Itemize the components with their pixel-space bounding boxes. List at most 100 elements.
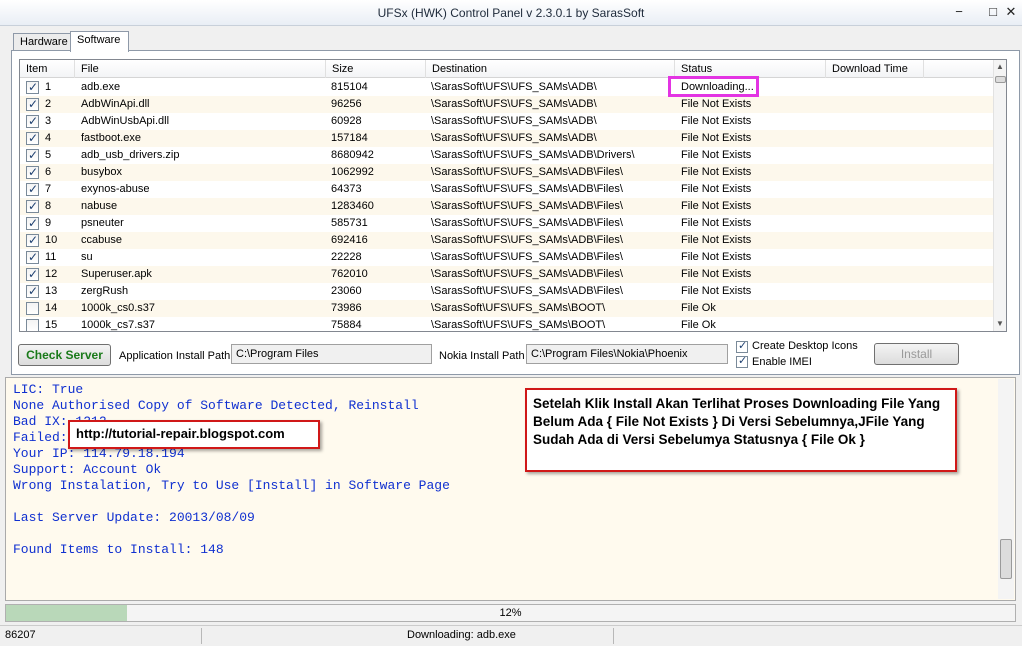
row-checkbox[interactable] xyxy=(26,250,39,264)
title-bar: UFSx (HWK) Control Panel v 2.3.0.1 by Sa… xyxy=(0,0,1022,26)
table-row[interactable]: 3 AdbWinUsbApi.dll 60928 \SarasSoft\UFS\UFS… xyxy=(20,113,995,130)
row-checkbox[interactable] xyxy=(26,319,39,331)
table-row[interactable]: 2 AdbWinApi.dll 96256 \SarasSoft\UFS\UFS_SA… xyxy=(20,96,995,113)
row-checkbox[interactable] xyxy=(26,284,39,298)
log-line: None Authorised Copy of Software Detecte… xyxy=(13,398,419,413)
cell-status: File Not Exists xyxy=(681,166,752,178)
cell-file: adb.exe xyxy=(81,81,121,93)
cell-item: 6 xyxy=(45,166,52,178)
cell-status: File Not Exists xyxy=(681,217,752,229)
log-scrollbar[interactable] xyxy=(998,379,1014,599)
cell-file: AdbWinApi.dll xyxy=(81,98,150,110)
log-scroll-thumb[interactable] xyxy=(1000,539,1012,579)
maximize-icon[interactable]: □ xyxy=(986,5,1000,19)
status-bar: 86207 Downloading: adb.exe xyxy=(0,625,1022,646)
log-line: Found Items to Install: 148 xyxy=(13,542,224,557)
minimize-icon[interactable]: − xyxy=(952,5,966,19)
cell-item: 10 xyxy=(45,234,58,246)
cell-status: File Not Exists xyxy=(681,132,752,144)
cell-status: File Not Exists xyxy=(681,234,752,246)
note-callout: Setelah Klik Install Akan Terlihat Prose… xyxy=(525,388,957,472)
table-row[interactable]: 10 ccabuse 692416 \SarasSoft\UFS\UFS_SAMs\A… xyxy=(20,232,995,249)
tab-hardware[interactable]: Hardware xyxy=(13,33,71,51)
row-checkbox[interactable] xyxy=(26,302,39,315)
cell-size: 585731 xyxy=(331,217,368,229)
row-checkbox[interactable] xyxy=(26,131,39,145)
cell-status: File Not Exists xyxy=(681,98,752,110)
cell-size: 1062992 xyxy=(331,166,374,178)
cell-size: 1283460 xyxy=(331,200,374,212)
table-row[interactable]: 12 Superuser.apk 762010 \SarasSoft\UFS\UFS_… xyxy=(20,266,995,283)
create-desktop-icons-checkbox[interactable] xyxy=(736,339,748,353)
cell-size: 96256 xyxy=(331,98,362,110)
cell-file: adb_usb_drivers.zip xyxy=(81,149,180,161)
download-progress-bar: 12% xyxy=(5,604,1016,622)
table-row[interactable]: 15 1000k_cs7.s37 75884 \SarasSoft\UFS\UFS_S… xyxy=(20,317,995,331)
row-checkbox[interactable] xyxy=(26,267,39,281)
cell-item: 13 xyxy=(45,285,58,297)
table-row[interactable]: 9 psneuter 585731 \SarasSoft\UFS\UFS_SAMs\A… xyxy=(20,215,995,232)
table-row[interactable]: 8 nabuse 1283460 \SarasSoft\UFS\UFS_SAMs\AD… xyxy=(20,198,995,215)
row-checkbox[interactable] xyxy=(26,216,39,230)
enable-imei-label: Enable IMEI xyxy=(752,356,812,368)
install-button[interactable]: Install xyxy=(874,343,959,365)
cell-destination: \SarasSoft\UFS\UFS_SAMs\ADB\Files\ xyxy=(431,268,623,280)
cell-destination: \SarasSoft\UFS\UFS_SAMs\ADB\Files\ xyxy=(431,251,623,263)
row-checkbox[interactable] xyxy=(26,165,39,179)
cell-file: 1000k_cs0.s37 xyxy=(81,302,155,314)
table-row[interactable]: 14 1000k_cs0.s37 73986 \SarasSoft\UFS\UFS_S… xyxy=(20,300,995,317)
row-checkbox[interactable] xyxy=(26,97,39,111)
cell-file: ccabuse xyxy=(81,234,122,246)
cell-item: 3 xyxy=(45,115,52,127)
check-server-button[interactable]: Check Server xyxy=(18,344,111,366)
scroll-up-icon[interactable]: ▲ xyxy=(996,62,1004,71)
cell-status: File Not Exists xyxy=(681,251,752,263)
cell-item: 4 xyxy=(45,132,52,144)
cell-size: 815104 xyxy=(331,81,368,93)
cell-file: fastboot.exe xyxy=(81,132,141,144)
row-checkbox[interactable] xyxy=(26,199,39,213)
row-checkbox[interactable] xyxy=(26,114,39,128)
scroll-down-icon[interactable]: ▼ xyxy=(996,319,1004,328)
table-row[interactable]: 6 busybox 1062992 \SarasSoft\UFS\UFS_SAMs\A… xyxy=(20,164,995,181)
file-list[interactable]: Item File Size Destination Status Downlo… xyxy=(19,59,1007,332)
nokia-install-path-field[interactable]: C:\Program Files\Nokia\Phoenix xyxy=(526,344,728,364)
row-checkbox[interactable] xyxy=(26,182,39,196)
cell-destination: \SarasSoft\UFS\UFS_SAMs\ADB\Files\ xyxy=(431,166,623,178)
cell-status: File Ok xyxy=(681,302,716,314)
cell-item: 12 xyxy=(45,268,58,280)
table-row[interactable]: 5 adb_usb_drivers.zip 8680942 \SarasSoft\UF… xyxy=(20,147,995,164)
tab-software[interactable]: Software xyxy=(70,31,129,52)
table-row[interactable]: 11 su 22228 \SarasSoft\UFS\UFS_SAMs\ADB\Fil… xyxy=(20,249,995,266)
column-item[interactable]: Item xyxy=(20,60,75,78)
row-checkbox[interactable] xyxy=(26,233,39,247)
cell-status: File Not Exists xyxy=(681,183,752,195)
cell-size: 64373 xyxy=(331,183,362,195)
scroll-thumb[interactable] xyxy=(995,76,1006,83)
cell-status: File Ok xyxy=(681,319,716,331)
cell-file: Superuser.apk xyxy=(81,268,152,280)
app-install-path-field[interactable]: C:\Program Files xyxy=(231,344,432,364)
row-checkbox[interactable] xyxy=(26,80,39,94)
file-list-scrollbar[interactable]: ▲ ▼ xyxy=(993,60,1006,331)
cell-destination: \SarasSoft\UFS\UFS_SAMs\ADB\ xyxy=(431,115,597,127)
cell-destination: \SarasSoft\UFS\UFS_SAMs\ADB\ xyxy=(431,98,597,110)
table-row[interactable]: 7 exynos-abuse 64373 \SarasSoft\UFS\UFS_SAM… xyxy=(20,181,995,198)
cell-status: File Not Exists xyxy=(681,200,752,212)
table-row[interactable]: 13 zergRush 23060 \SarasSoft\UFS\UFS_SAMs\A… xyxy=(20,283,995,300)
file-list-rows: 1adb.exe815104\SarasSoft\UFS\UFS_SAMs\AD… xyxy=(20,79,995,331)
table-row[interactable]: 1 adb.exe 815104 \SarasSoft\UFS\UFS_SAMs\AD… xyxy=(20,79,995,96)
cell-destination: \SarasSoft\UFS\UFS_SAMs\ADB\Files\ xyxy=(431,217,623,229)
close-icon[interactable]: ✕ xyxy=(1004,5,1018,19)
enable-imei-checkbox[interactable] xyxy=(736,354,748,368)
status-left: 86207 xyxy=(5,629,36,641)
column-file[interactable]: File xyxy=(75,60,326,78)
row-checkbox[interactable] xyxy=(26,148,39,162)
table-row[interactable]: 4 fastboot.exe 157184 \SarasSoft\UFS\UFS_SA… xyxy=(20,130,995,147)
column-destination[interactable]: Destination xyxy=(426,60,675,78)
cell-item: 15 xyxy=(45,319,58,331)
cell-item: 2 xyxy=(45,98,52,110)
cell-item: 9 xyxy=(45,217,52,229)
column-download-time[interactable]: Download Time xyxy=(826,60,924,78)
column-size[interactable]: Size xyxy=(326,60,426,78)
